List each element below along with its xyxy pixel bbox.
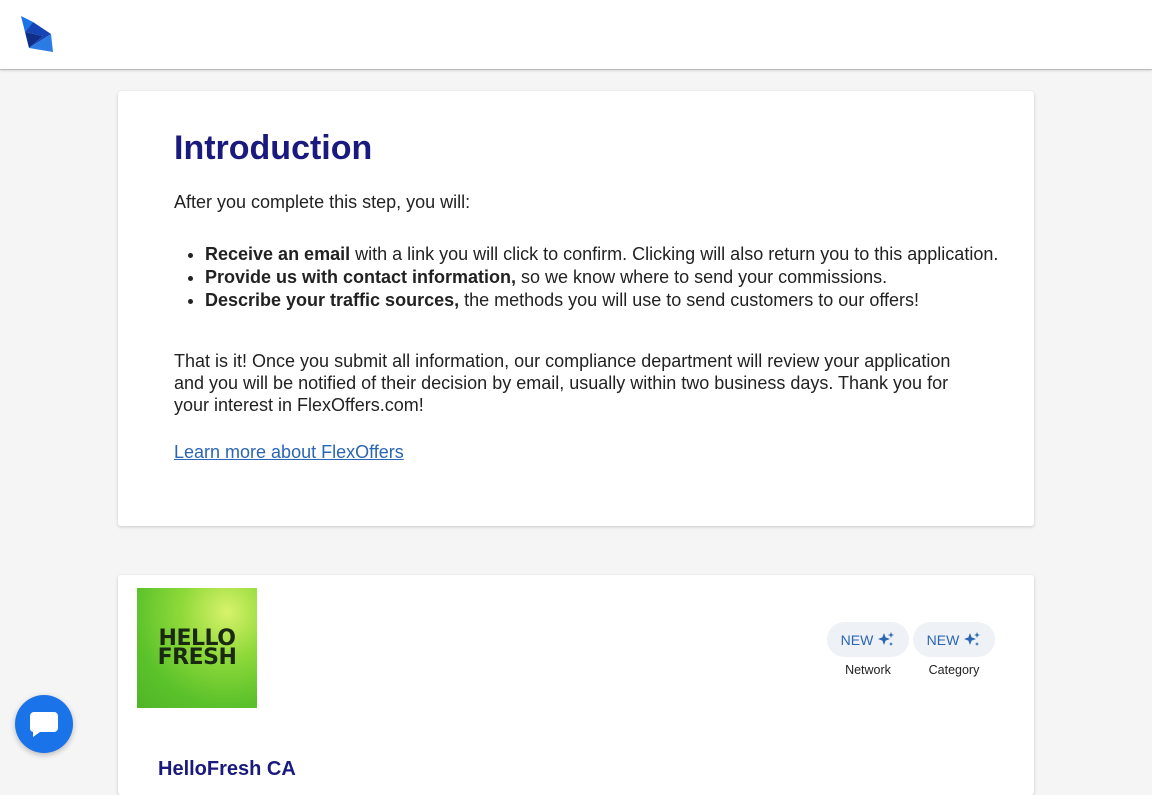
list-item-text: the methods you will use to send custome… — [459, 290, 920, 310]
list-item: Provide us with contact information, so … — [205, 266, 1025, 289]
page-title: Introduction — [174, 129, 373, 167]
new-badge-pill: NEW — [913, 622, 995, 657]
learn-more-link[interactable]: Learn more about FlexOffers — [174, 442, 404, 463]
list-item-bold: Describe your traffic sources, — [205, 290, 460, 310]
offer-title[interactable]: HelloFresh CA — [158, 758, 296, 781]
list-item: Receive an email with a link you will cl… — [205, 243, 1025, 266]
offer-card[interactable]: HELLO FRESH NEW Network NEW Category Hel… — [118, 575, 1034, 795]
flexoffers-logo-icon[interactable] — [19, 14, 55, 54]
intro-body-text: That is it! Once you submit all informat… — [174, 351, 951, 415]
sparkle-icon — [964, 631, 981, 646]
logo-text-line: FRESH — [157, 645, 237, 670]
chat-bubble-icon — [29, 712, 58, 737]
list-item: Describe your traffic sources, the metho… — [205, 289, 1025, 312]
list-item-text: so we know where to send your commission… — [516, 267, 888, 287]
chat-button[interactable] — [15, 695, 73, 753]
sparkle-icon — [878, 631, 895, 646]
list-item-bold: Receive an email — [205, 244, 351, 264]
introduction-card: Introduction After you complete this ste… — [118, 91, 1034, 526]
badge-caption: Category — [928, 663, 980, 677]
network-badge: NEW Network — [827, 622, 909, 677]
category-badge: NEW Category — [913, 622, 995, 677]
top-bar — [0, 0, 1152, 70]
list-item-text: with a link you will click to confirm. C… — [350, 244, 999, 264]
badge-caption: Network — [845, 663, 891, 677]
badge-label: NEW — [926, 631, 960, 648]
intro-lead-text: After you complete this step, you will: — [174, 192, 471, 212]
badge-label: NEW — [840, 631, 874, 648]
hellofresh-logo: HELLO FRESH — [137, 588, 257, 708]
list-item-bold: Provide us with contact information, — [205, 267, 517, 287]
new-badge-pill: NEW — [827, 622, 909, 657]
steps-list: Receive an email with a link you will cl… — [174, 243, 1025, 312]
